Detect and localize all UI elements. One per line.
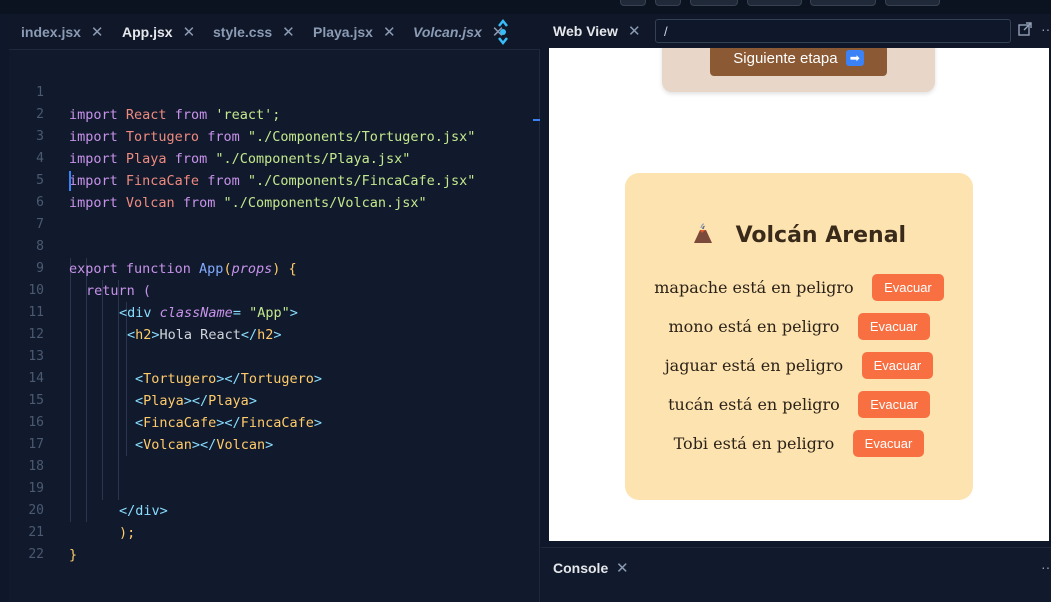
animal-status: tucán está en peligro xyxy=(668,395,840,414)
code-line: 5 import Volcan from "./Components/Volca… xyxy=(9,148,540,211)
tab-label: index.jsx xyxy=(21,24,81,40)
tab-label: Volcan.jsx xyxy=(413,24,482,40)
close-icon[interactable]: ✕ xyxy=(616,559,629,577)
evacuate-button[interactable]: Evacuar xyxy=(872,274,944,301)
evacuate-button[interactable]: Evacuar xyxy=(861,352,934,379)
code-line: 3 import Playa from "./Components/Playa.… xyxy=(9,104,540,167)
preview-viewport: Siguiente etapa ➡ Volcán Arenal mapache … xyxy=(549,48,1049,541)
code-line: 14 <Playa></Playa> xyxy=(9,346,540,409)
evacuate-button[interactable]: Evacuar xyxy=(852,430,925,457)
line-number: 22 xyxy=(28,547,44,562)
stage-card: Siguiente etapa ➡ xyxy=(662,48,935,92)
animal-row: tucán está en peligro Evacuar xyxy=(625,391,973,421)
code-line: 20 ); xyxy=(9,478,540,541)
animal-row: Tobi está en peligro Evacuar xyxy=(625,430,973,460)
animal-status: mapache está en peligro xyxy=(654,278,854,297)
evacuate-button[interactable]: Evacuar xyxy=(858,391,930,418)
tab-volcan-jsx[interactable]: Volcan.jsx ✕ xyxy=(413,14,504,50)
close-icon[interactable]: ✕ xyxy=(282,23,295,41)
code-line: 2 import Tortugero from "./Components/To… xyxy=(9,82,540,145)
tab-app-jsx[interactable]: App.jsx ✕ xyxy=(122,14,195,50)
close-icon[interactable]: ✕ xyxy=(183,23,196,41)
tab-style-css[interactable]: style.css ✕ xyxy=(213,14,295,50)
code-line: 18 xyxy=(9,434,540,474)
code-line: 19 </div> xyxy=(9,456,540,519)
toolbar-button[interactable] xyxy=(747,0,802,6)
volcano-title-text: Volcán Arenal xyxy=(735,223,907,248)
code-line: 21 } xyxy=(9,500,540,563)
toolbar-button[interactable] xyxy=(690,0,738,6)
web-view-header: Web View ✕ / ··· xyxy=(541,14,1051,48)
next-stage-label: Siguiente etapa xyxy=(733,50,838,67)
animal-status: jaguar está en peligro xyxy=(664,356,844,375)
close-icon[interactable]: ✕ xyxy=(628,22,641,40)
url-input[interactable]: / xyxy=(655,19,1011,43)
animal-status: Tobi está en peligro xyxy=(673,434,835,453)
console-pane: Console ✕ ··· xyxy=(541,547,1051,602)
volcano-card: Volcán Arenal mapache está en peligro Ev… xyxy=(625,173,973,500)
code-line: 4 import FincaCafe from "./Components/Fi… xyxy=(9,126,540,189)
code-line: 15 <FincaCafe></FincaCafe> xyxy=(9,368,540,431)
toolbar-button[interactable] xyxy=(810,0,876,6)
code-line: 12 xyxy=(9,302,540,342)
tab-label: App.jsx xyxy=(122,24,173,40)
code-line: 6 xyxy=(9,170,540,210)
code-line: 9 return ( xyxy=(9,236,540,299)
close-icon[interactable]: ✕ xyxy=(91,23,104,41)
animal-row: mono está en peligro Evacuar xyxy=(625,313,973,343)
volcano-icon xyxy=(693,223,712,243)
more-icon[interactable]: ··· xyxy=(1041,559,1051,575)
web-view-tab[interactable]: Web View xyxy=(553,23,618,39)
arrow-right-icon: ➡ xyxy=(845,50,864,66)
more-icon[interactable]: ··· xyxy=(1041,21,1051,37)
code-line: 11 <h2>Hola React</h2> xyxy=(9,280,540,343)
toolbar-button[interactable] xyxy=(885,0,940,6)
animal-row: mapache está en peligro Evacuar xyxy=(625,274,973,304)
tab-scroll-icon[interactable] xyxy=(498,18,508,46)
toolbar-button[interactable] xyxy=(620,0,646,6)
ide-window: index.jsx ✕ App.jsx ✕ style.css ✕ Playa.… xyxy=(0,0,1051,602)
text-cursor xyxy=(69,171,71,191)
next-stage-button[interactable]: Siguiente etapa ➡ xyxy=(710,48,887,76)
tab-label: style.css xyxy=(213,24,273,40)
code-line: 10 <div className= "App"> xyxy=(9,258,540,321)
top-toolbar xyxy=(0,0,1051,14)
web-view-pane: Web View ✕ / ··· Siguiente etapa ➡ xyxy=(541,14,1051,546)
evacuate-button[interactable]: Evacuar xyxy=(857,313,930,340)
console-tab[interactable]: Console xyxy=(553,560,608,576)
code-line: 22 xyxy=(9,522,540,562)
tab-playa-jsx[interactable]: Playa.jsx ✕ xyxy=(313,14,396,50)
tab-index-jsx[interactable]: index.jsx ✕ xyxy=(21,14,104,50)
toolbar-button[interactable] xyxy=(655,0,681,6)
code-line: 1 import React from 'react'; xyxy=(9,60,540,123)
animal-row: jaguar está en peligro Evacuar xyxy=(625,352,973,382)
code-line: 8 export function App(props) { xyxy=(9,214,540,277)
code-line: 13 <Tortugero></Tortugero> xyxy=(9,324,540,387)
animal-status: mono está en peligro xyxy=(668,317,840,336)
code-line: 16 <Volcan></Volcan> xyxy=(9,390,540,453)
volcano-title: Volcán Arenal xyxy=(625,223,973,248)
editor-tab-bar: index.jsx ✕ App.jsx ✕ style.css ✕ Playa.… xyxy=(9,14,540,50)
open-external-icon[interactable] xyxy=(1017,21,1033,37)
tab-label: Playa.jsx xyxy=(313,24,373,40)
code-editor[interactable]: index.jsx ✕ App.jsx ✕ style.css ✕ Playa.… xyxy=(9,14,540,602)
scroll-marker xyxy=(533,119,540,121)
code-line: 7 xyxy=(9,192,540,232)
code-line: 17 xyxy=(9,412,540,452)
close-icon[interactable]: ✕ xyxy=(383,23,396,41)
